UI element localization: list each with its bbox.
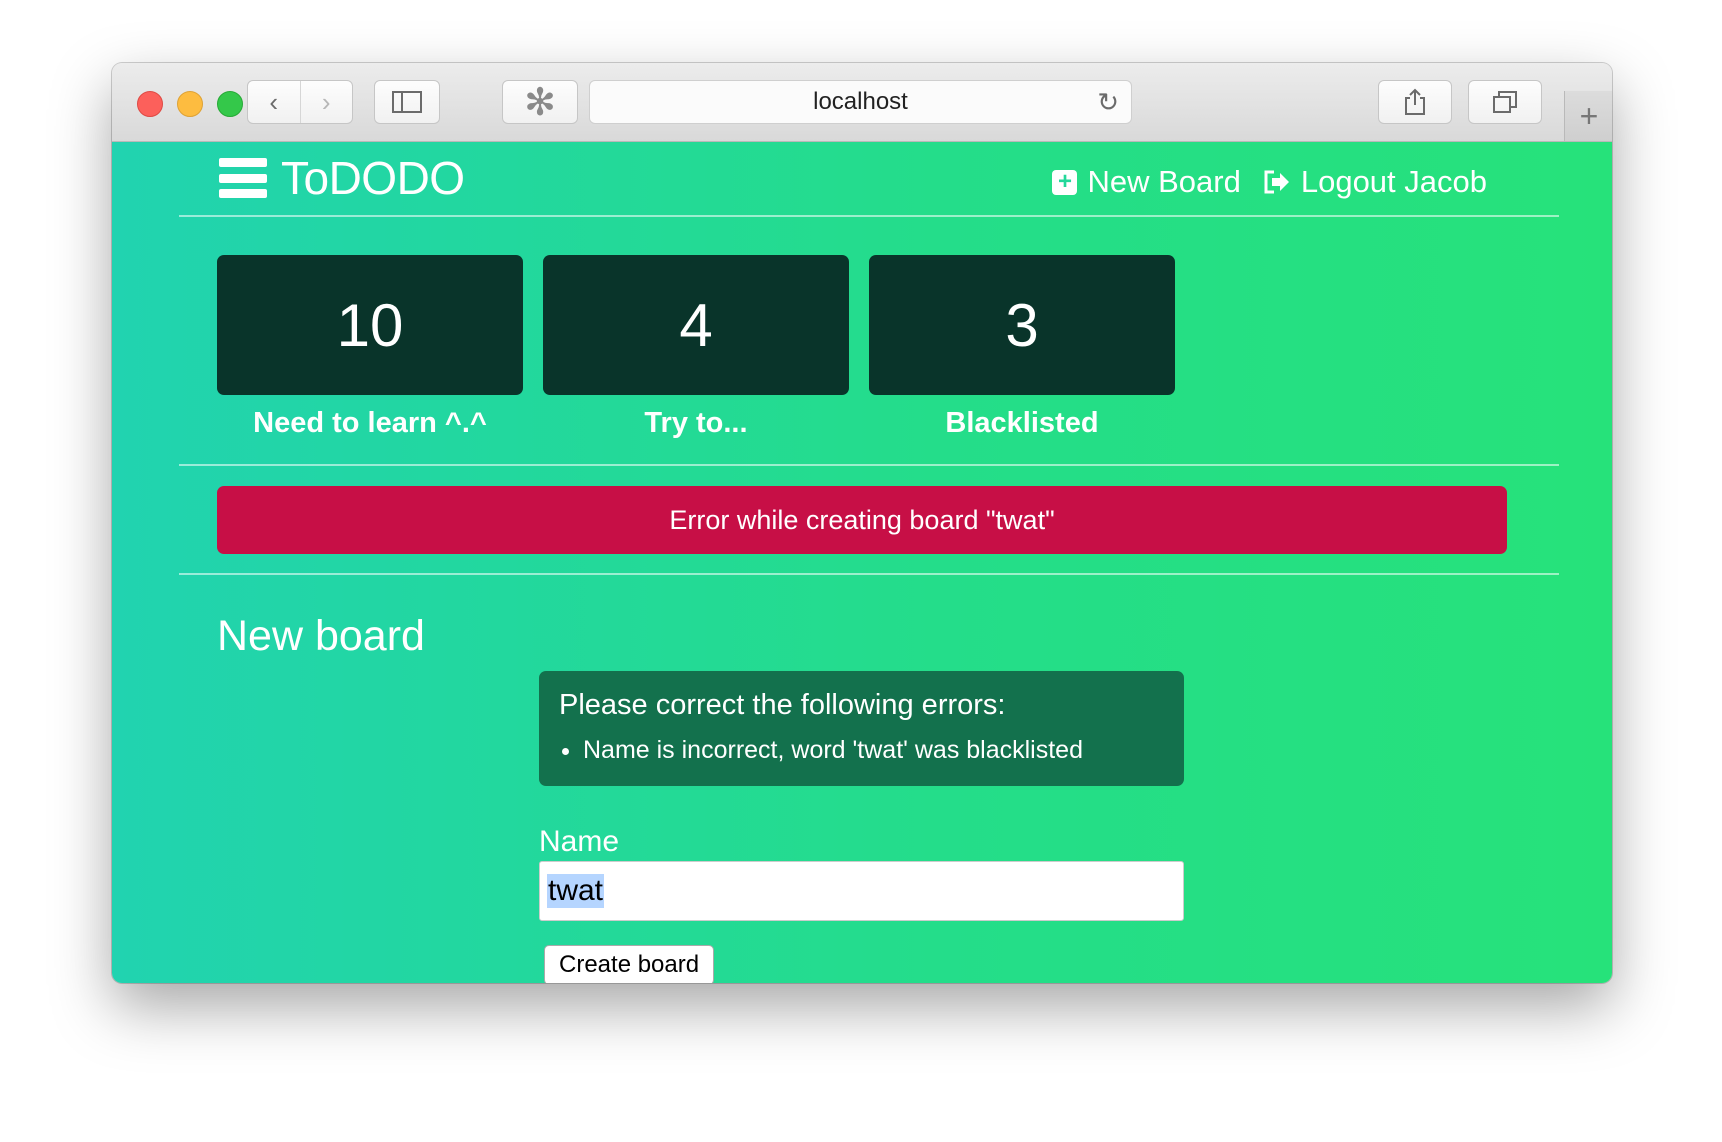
logout-link[interactable]: Logout Jacob	[1263, 164, 1487, 200]
stat-blacklisted[interactable]: 3 Blacklisted	[869, 255, 1175, 440]
stat-value: 3	[869, 255, 1175, 395]
brand-link[interactable]: ToDODO	[219, 151, 465, 205]
extension-button[interactable]: ✻	[502, 80, 578, 124]
share-button[interactable]	[1378, 80, 1452, 124]
back-forward-buttons: ‹ ›	[247, 80, 353, 124]
page-content: ToDODO + New Board Logout Jacob 10 Need …	[112, 142, 1612, 983]
puzzle-icon: ✻	[524, 81, 556, 124]
form-errors-heading: Please correct the following errors:	[559, 689, 1006, 721]
error-banner: Error while creating board "twat"	[217, 486, 1507, 554]
close-window-button[interactable]	[137, 91, 163, 117]
address-bar[interactable]: localhost ↻	[589, 80, 1132, 124]
sidebar-icon	[392, 91, 422, 113]
brand-name: ToDODO	[281, 152, 465, 204]
form-errors-list: Name is incorrect, word 'twat' was black…	[559, 736, 1164, 765]
reload-icon[interactable]: ↻	[1097, 87, 1119, 118]
form-error-item: Name is incorrect, word 'twat' was black…	[583, 736, 1164, 765]
stat-label: Blacklisted	[945, 407, 1099, 439]
list-icon	[219, 158, 267, 198]
new-board-label: New Board	[1087, 164, 1241, 199]
stat-try-to[interactable]: 4 Try to...	[543, 255, 849, 440]
section-title: New board	[217, 612, 425, 660]
navbar: ToDODO + New Board Logout Jacob	[179, 142, 1559, 217]
name-input[interactable]: twat	[539, 861, 1184, 921]
new-board-link[interactable]: + New Board	[1052, 164, 1241, 200]
new-tab-button[interactable]: +	[1564, 91, 1612, 141]
name-input-value: twat	[547, 874, 605, 908]
back-icon[interactable]: ‹	[248, 81, 300, 123]
new-board-form: Please correct the following errors: Nam…	[539, 671, 1184, 983]
plus-icon: +	[1579, 97, 1599, 134]
minimize-window-button[interactable]	[177, 91, 203, 117]
stat-value: 4	[543, 255, 849, 395]
name-label: Name	[539, 825, 620, 858]
logout-label: Logout Jacob	[1300, 164, 1487, 199]
stat-value: 10	[217, 255, 523, 395]
stat-need-to-learn[interactable]: 10 Need to learn ^.^	[217, 255, 523, 440]
stat-label: Need to learn ^.^	[253, 407, 487, 439]
stats-row: 10 Need to learn ^.^ 4 Try to... 3 Black…	[217, 255, 1175, 440]
sidebar-toggle-button[interactable]	[374, 80, 440, 124]
browser-window: ‹ › ✻ localhost ↻ + ToDODO + New Board L…	[112, 63, 1612, 983]
url-text: localhost	[813, 88, 908, 115]
logout-icon	[1264, 170, 1289, 194]
stat-label: Try to...	[644, 407, 748, 439]
form-errors-panel: Please correct the following errors: Nam…	[539, 671, 1184, 786]
error-banner-text: Error while creating board "twat"	[669, 504, 1055, 535]
tabs-icon	[1493, 91, 1517, 113]
plus-square-icon: +	[1052, 169, 1078, 195]
create-board-button[interactable]: Create board	[544, 945, 715, 983]
tabs-overview-button[interactable]	[1468, 80, 1542, 124]
divider	[179, 464, 1559, 466]
nav-links: + New Board Logout Jacob	[1052, 164, 1487, 200]
browser-toolbar: ‹ › ✻ localhost ↻ +	[112, 63, 1612, 142]
forward-icon[interactable]: ›	[299, 81, 353, 123]
zoom-window-button[interactable]	[217, 91, 243, 117]
share-icon	[1405, 88, 1425, 115]
divider	[179, 573, 1559, 575]
